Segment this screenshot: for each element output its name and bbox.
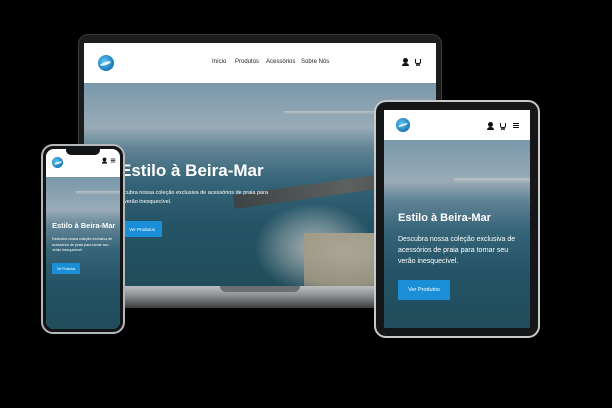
nav-link-sobre-nos[interactable]: Sobre Nós [301, 59, 329, 65]
nav-link-inicio[interactable]: Início [212, 59, 226, 65]
cta-button[interactable]: Ver Produtos [122, 221, 162, 237]
tablet-header [384, 110, 530, 140]
hero-title: Estilo à Beira-Mar [398, 212, 491, 224]
nav-link-produtos[interactable]: Produtos [235, 59, 259, 65]
cta-button[interactable]: Ver Produtos [52, 263, 80, 274]
hero-title: Estilo à Beira-Mar [52, 221, 116, 230]
hero-banner: Estilo à Beira-Mar Descubra nossa coleçã… [46, 177, 120, 329]
hero-description: Descubra nossa coleção exclusiva de aces… [398, 236, 516, 265]
menu-icon[interactable] [513, 123, 519, 128]
phone-notch [66, 149, 100, 155]
tablet-screen: Estilo à Beira-Mar Descubra nossa coleçã… [384, 110, 530, 328]
cart-icon[interactable] [500, 123, 506, 130]
cta-button[interactable]: Ver Produtos [398, 280, 450, 300]
user-icon[interactable] [101, 157, 108, 164]
laptop-trackpad-notch [220, 286, 300, 292]
hero-title: Estilo à Beira-Mar [120, 161, 264, 180]
phone-screen: Estilo à Beira-Mar Descubra nossa coleçã… [46, 149, 120, 329]
user-icon[interactable] [487, 122, 494, 130]
brand-logo-icon[interactable] [396, 118, 410, 132]
hero-banner: Estilo à Beira-Mar Descubra nossa coleçã… [384, 140, 530, 328]
site-header: Início Produtos Acessórios Sobre Nós [84, 43, 436, 83]
menu-icon[interactable] [110, 158, 116, 163]
cart-icon[interactable] [415, 59, 421, 66]
hero-description: cubra nossa coleção exclusiva de acessór… [124, 190, 268, 205]
hero-description: Descubra nossa coleção exclusiva de aces… [52, 237, 113, 252]
nav-link-acessorios[interactable]: Acessórios [266, 59, 295, 65]
brand-logo-icon[interactable] [52, 157, 63, 168]
user-icon[interactable] [402, 58, 409, 66]
brand-logo-icon[interactable] [98, 55, 114, 71]
